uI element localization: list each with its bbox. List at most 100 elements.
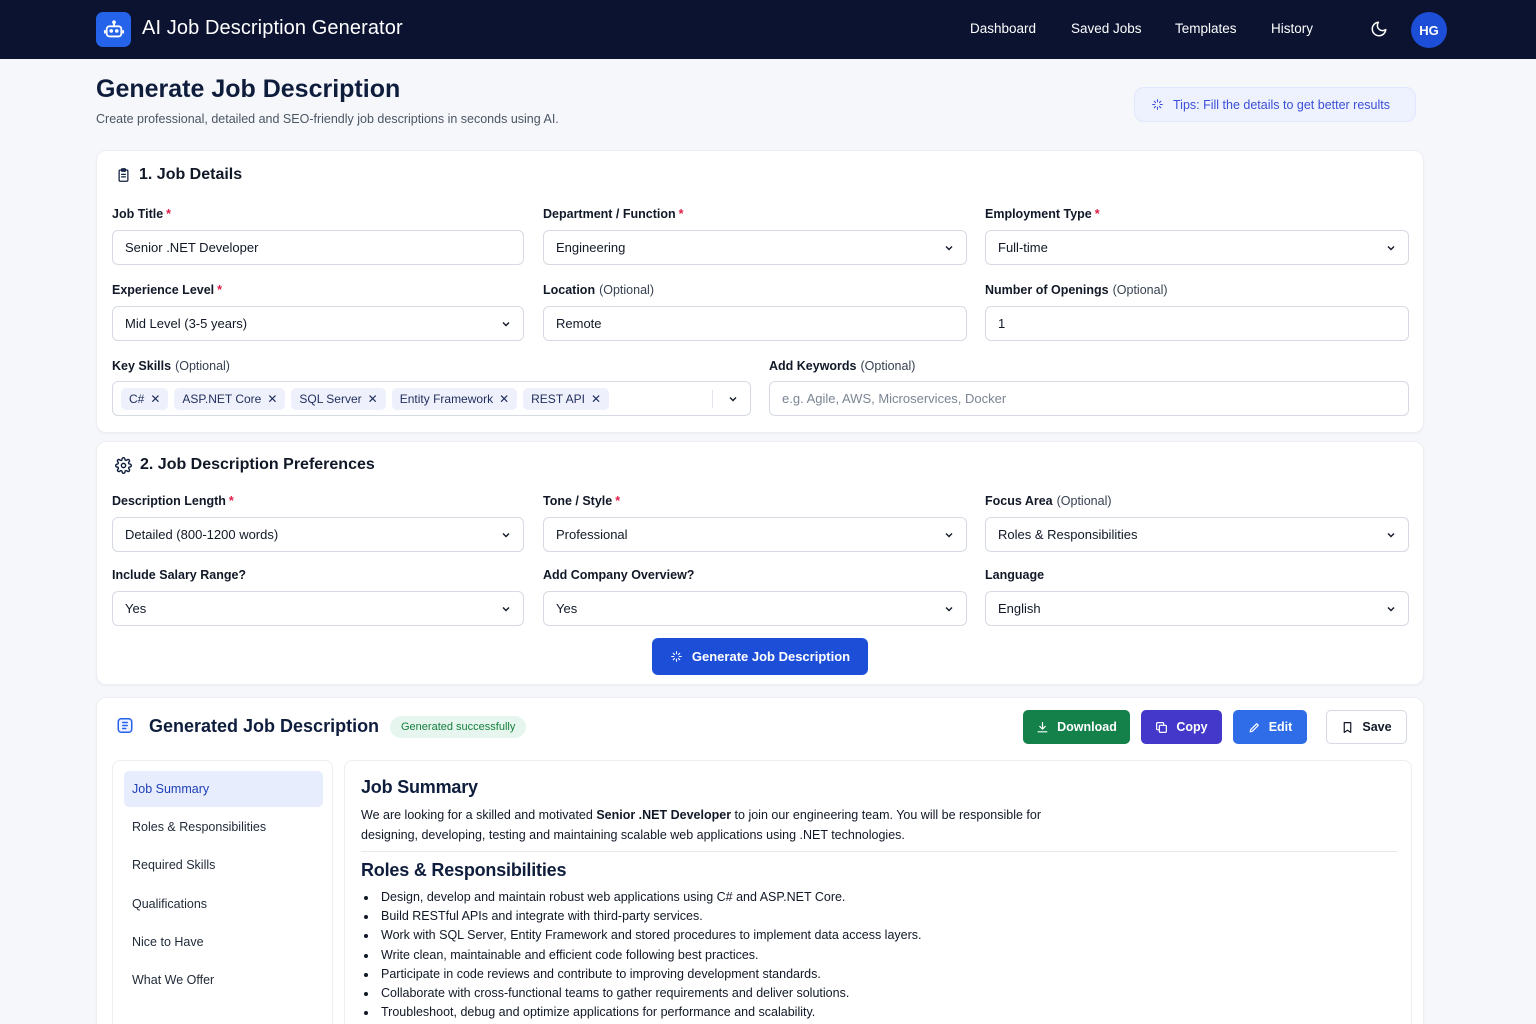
tone-select[interactable]: Professional bbox=[543, 517, 967, 552]
employment-type-select[interactable]: Full-time bbox=[985, 230, 1409, 265]
app-title: AI Job Description Generator bbox=[142, 17, 403, 39]
chevron-down-icon bbox=[945, 533, 953, 538]
chevron-down-icon bbox=[1387, 607, 1395, 612]
sparkle-icon bbox=[1152, 99, 1163, 110]
output-title: Generated Job Description bbox=[149, 716, 380, 736]
keywords-input[interactable] bbox=[782, 391, 1396, 406]
list-item: Work with SQL Server, Entity Framework a… bbox=[361, 926, 922, 945]
edit-button[interactable]: Edit bbox=[1233, 710, 1307, 744]
section-nav-qualifications[interactable]: Qualifications bbox=[124, 886, 323, 922]
chevron-down-icon bbox=[502, 607, 510, 612]
chevron-down-icon bbox=[1387, 246, 1395, 251]
tips-banner: Tips: Fill the details to get better res… bbox=[1134, 87, 1416, 122]
skill-tag[interactable]: Entity Framework ✕ bbox=[391, 387, 518, 410]
salary-select[interactable]: Yes bbox=[112, 591, 524, 626]
nav-templates[interactable]: Templates bbox=[1175, 21, 1237, 36]
bookmark-icon bbox=[1344, 721, 1352, 733]
skill-tags: C# ✕ ASP.NET Core ✕ SQL Server ✕ Entity Fra… bbox=[121, 387, 610, 410]
focus-label: Focus Area (Optional) bbox=[985, 494, 1112, 508]
download-icon bbox=[1037, 721, 1048, 732]
job-details-heading: 1. Job Details bbox=[116, 166, 242, 184]
pencil-icon bbox=[1249, 722, 1259, 732]
language-label: Language bbox=[985, 568, 1045, 582]
nav-dashboard[interactable]: Dashboard bbox=[970, 21, 1036, 36]
user-avatar[interactable]: HG bbox=[1411, 12, 1447, 48]
roles-heading: Roles & Responsibilities bbox=[361, 860, 567, 880]
save-button[interactable]: Save bbox=[1326, 710, 1407, 744]
generate-button[interactable]: Generate Job Description bbox=[652, 638, 868, 675]
section-nav: Job Summary Roles & Responsibilities Req… bbox=[112, 760, 333, 1024]
section-nav-what-we-offer[interactable]: What We Offer bbox=[124, 962, 323, 998]
salary-label: Include Salary Range? bbox=[112, 568, 247, 582]
chevron-down-icon bbox=[502, 533, 510, 538]
chevron-down-icon bbox=[945, 246, 953, 251]
chevron-down-icon bbox=[1387, 533, 1395, 538]
job-summary-heading: Job Summary bbox=[361, 777, 478, 797]
gear-icon bbox=[115, 456, 132, 474]
divider bbox=[712, 390, 713, 408]
job-summary-text: We are looking for a skilled and motivat… bbox=[361, 808, 1041, 842]
tone-label: Tone / Style * bbox=[543, 494, 621, 508]
keywords-field[interactable] bbox=[769, 381, 1409, 416]
copy-button[interactable]: Copy bbox=[1141, 710, 1222, 744]
key-skills-label: Key Skills (Optional) bbox=[112, 359, 230, 373]
divider bbox=[361, 851, 1397, 852]
sparkle-icon bbox=[670, 651, 682, 662]
remove-tag-icon[interactable]: ✕ bbox=[591, 392, 601, 406]
job-title-label: Job Title * bbox=[112, 207, 172, 221]
department-label: Department / Function * bbox=[543, 207, 684, 221]
experience-label: Experience Level * bbox=[112, 283, 223, 297]
skill-tag[interactable]: C# ✕ bbox=[121, 387, 169, 410]
section-nav-job-summary[interactable]: Job Summary bbox=[124, 771, 323, 807]
robot-icon[interactable] bbox=[96, 12, 131, 47]
section-nav-roles[interactable]: Roles & Responsibilities bbox=[124, 809, 323, 845]
list-item: Participate in code reviews and contribu… bbox=[361, 965, 922, 984]
status-badge: Generated successfully bbox=[390, 716, 527, 738]
company-label: Add Company Overview? bbox=[543, 568, 695, 582]
skill-tag[interactable]: ASP.NET Core ✕ bbox=[174, 387, 286, 410]
skill-tag[interactable]: SQL Server ✕ bbox=[291, 387, 386, 410]
language-select[interactable]: English bbox=[985, 591, 1409, 626]
roles-list: Design, develop and maintain robust web … bbox=[361, 888, 922, 1022]
top-navbar: AI Job Description Generator Dashboard S… bbox=[0, 0, 1536, 59]
company-select[interactable]: Yes bbox=[543, 591, 967, 626]
experience-select[interactable]: Mid Level (3-5 years) bbox=[112, 306, 524, 341]
location-label: Location (Optional) bbox=[543, 283, 654, 297]
document-icon bbox=[117, 718, 133, 733]
department-select[interactable]: Engineering bbox=[543, 230, 967, 265]
employment-type-label: Employment Type * bbox=[985, 207, 1100, 221]
length-select[interactable]: Detailed (800-1200 words) bbox=[112, 517, 524, 552]
copy-icon bbox=[1156, 721, 1168, 733]
remove-tag-icon[interactable]: ✕ bbox=[267, 392, 277, 406]
section-nav-nice-to-have[interactable]: Nice to Have bbox=[124, 924, 323, 960]
job-title-field[interactable]: Senior .NET Developer bbox=[112, 230, 524, 265]
list-item: Write clean, maintainable and efficient … bbox=[361, 946, 922, 965]
preferences-heading: 2. Job Description Preferences bbox=[115, 456, 375, 474]
section-nav-required-skills[interactable]: Required Skills bbox=[124, 847, 323, 883]
chevron-down-icon bbox=[945, 607, 953, 612]
remove-tag-icon[interactable]: ✕ bbox=[368, 392, 378, 406]
tips-text: Tips: Fill the details to get better res… bbox=[1173, 97, 1390, 112]
remove-tag-icon[interactable]: ✕ bbox=[150, 392, 160, 406]
focus-select[interactable]: Roles & Responsibilities bbox=[985, 517, 1409, 552]
nav-history[interactable]: History bbox=[1271, 21, 1313, 36]
openings-label: Number of Openings (Optional) bbox=[985, 283, 1168, 297]
moon-icon[interactable] bbox=[1370, 20, 1388, 38]
page-subtitle: Create professional, detailed and SEO-fr… bbox=[96, 112, 559, 126]
length-label: Description Length * bbox=[112, 494, 234, 508]
chevron-down-icon[interactable] bbox=[728, 394, 738, 404]
location-field[interactable]: Remote bbox=[543, 306, 967, 341]
chevron-down-icon bbox=[502, 322, 510, 327]
remove-tag-icon[interactable]: ✕ bbox=[499, 392, 509, 406]
skill-tag[interactable]: REST API ✕ bbox=[523, 387, 610, 410]
key-skills-multiselect[interactable]: C# ✕ ASP.NET Core ✕ SQL Server ✕ Entity Fra… bbox=[112, 381, 751, 416]
clipboard-icon bbox=[118, 168, 129, 182]
list-item: Build RESTful APIs and integrate with th… bbox=[361, 907, 922, 926]
download-button[interactable]: Download bbox=[1023, 710, 1130, 744]
openings-field[interactable]: 1 bbox=[985, 306, 1409, 341]
list-item: Design, develop and maintain robust web … bbox=[361, 888, 922, 907]
list-item: Collaborate with cross-functional teams … bbox=[361, 984, 922, 1003]
nav-saved-jobs[interactable]: Saved Jobs bbox=[1071, 21, 1142, 36]
list-item: Troubleshoot, debug and optimize applica… bbox=[361, 1003, 922, 1022]
page-title: Generate Job Description bbox=[96, 75, 401, 103]
